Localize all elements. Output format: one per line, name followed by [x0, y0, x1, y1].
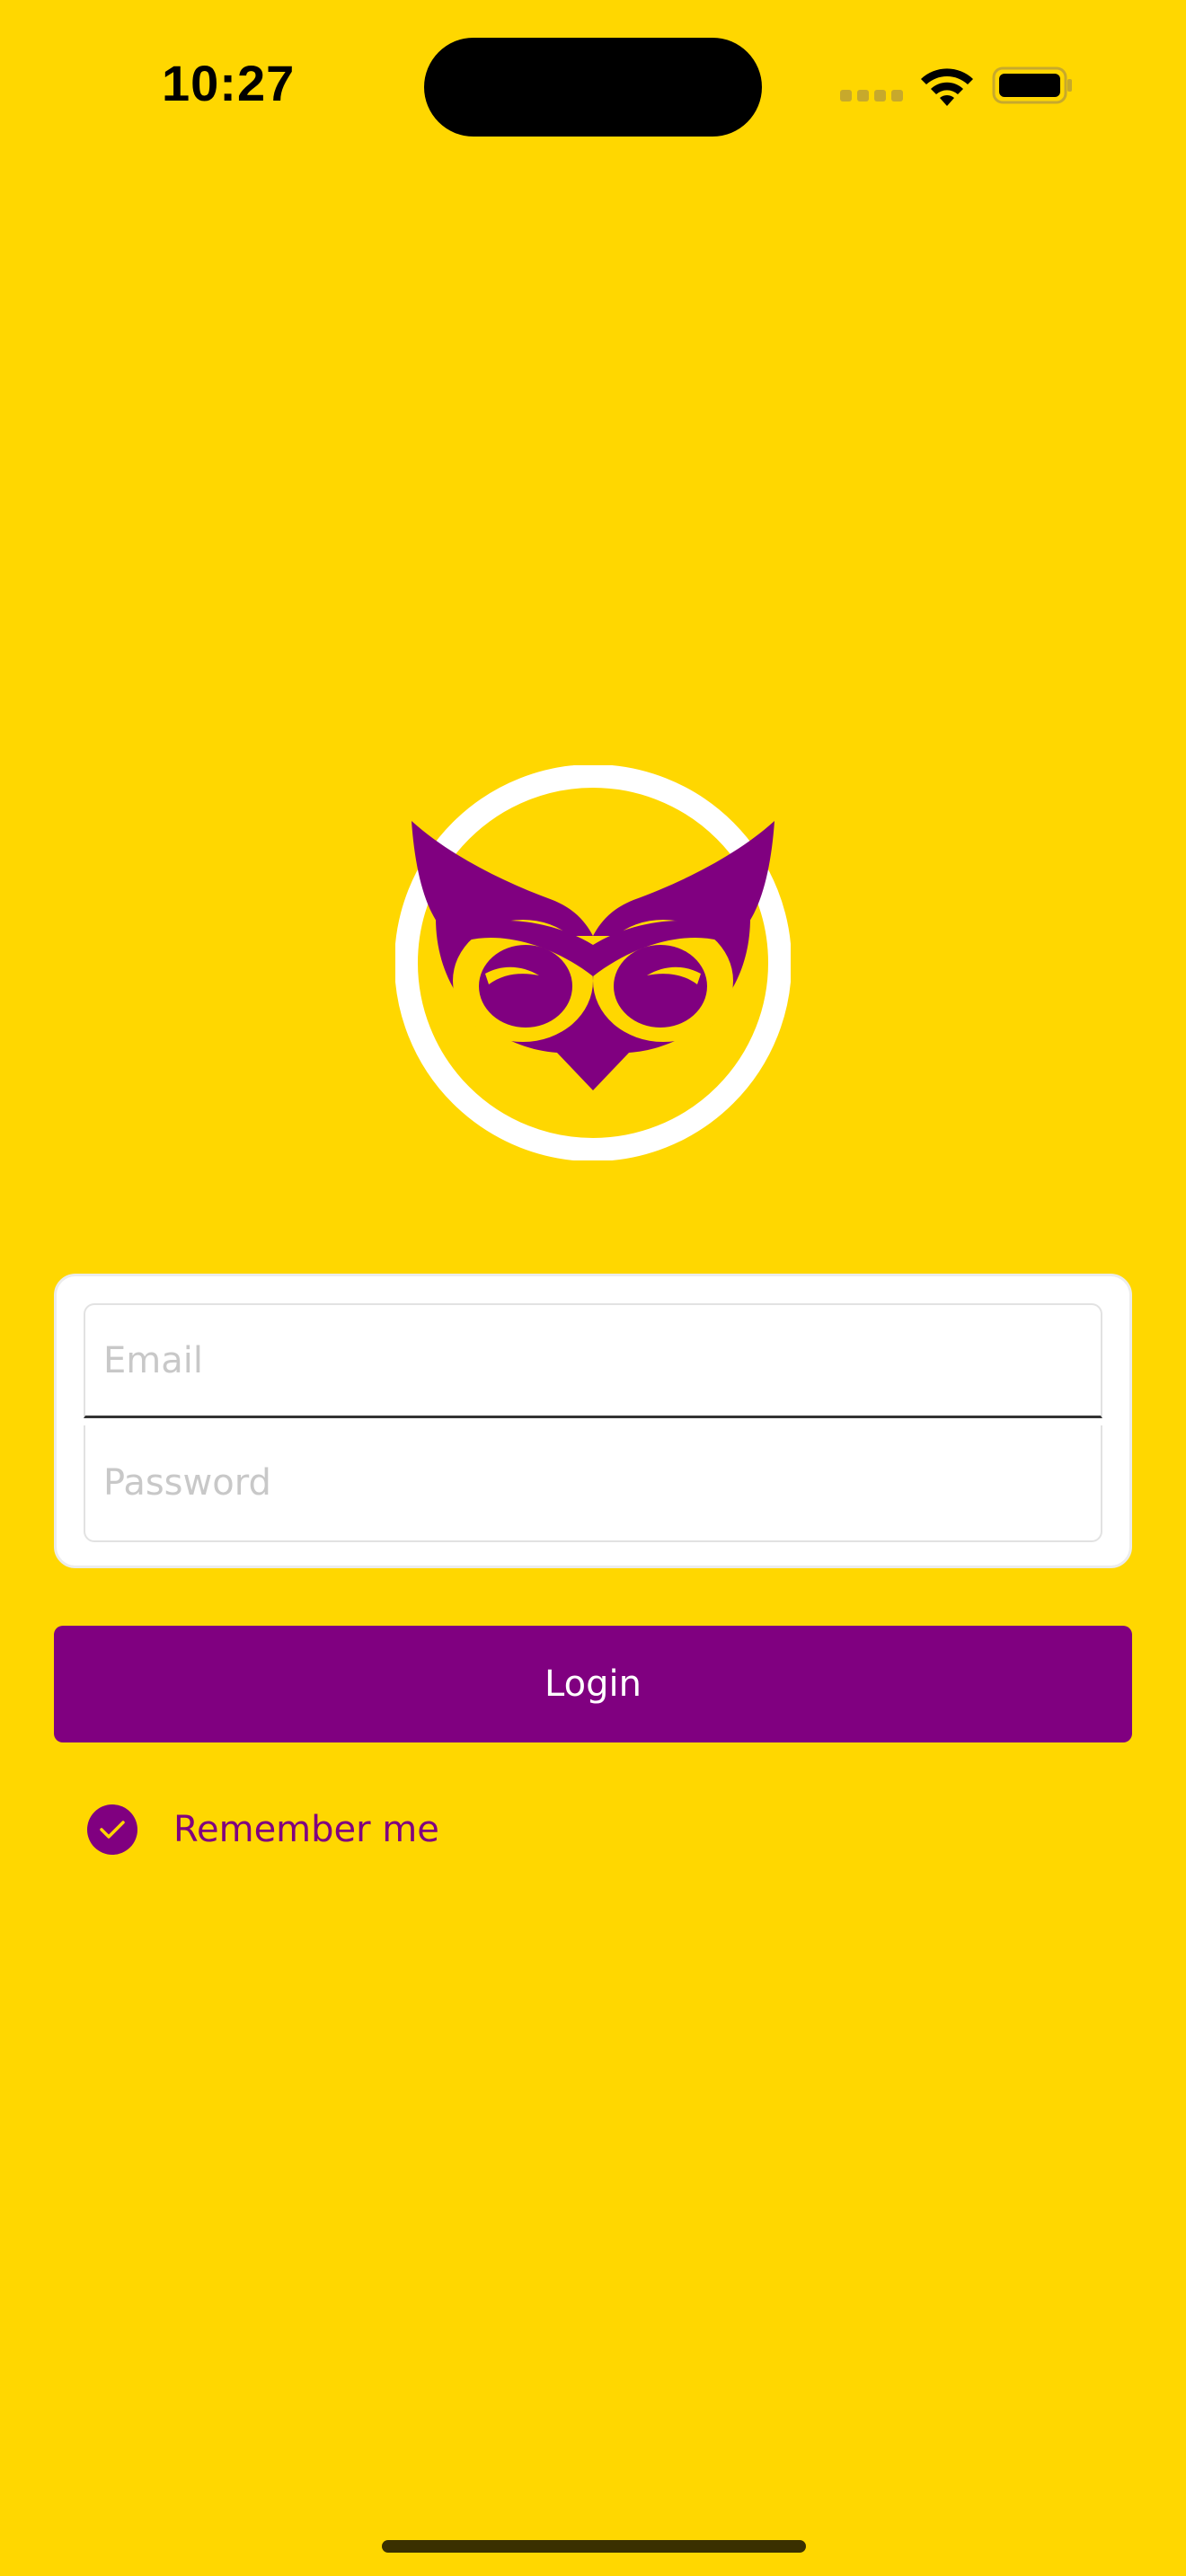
- remember-me-checkbox[interactable]: [87, 1804, 137, 1855]
- wifi-icon: [918, 63, 976, 108]
- password-field[interactable]: Password: [84, 1425, 1102, 1542]
- cellular-signal-icon: [840, 90, 903, 102]
- checkmark-icon: [100, 1821, 125, 1839]
- status-time: 10:27: [162, 55, 296, 111]
- battery-icon: [992, 65, 1075, 106]
- dynamic-island: [424, 38, 762, 137]
- status-bar: 10:27: [0, 0, 1186, 171]
- email-placeholder: Email: [103, 1339, 203, 1381]
- login-form-card: Email Password: [54, 1274, 1132, 1568]
- login-button-label: Login: [544, 1663, 642, 1705]
- login-button[interactable]: Login: [54, 1626, 1132, 1742]
- owl-logo-icon: [394, 764, 792, 1161]
- password-placeholder: Password: [103, 1462, 271, 1504]
- email-field[interactable]: Email: [84, 1303, 1102, 1418]
- home-indicator[interactable]: [382, 2540, 806, 2553]
- remember-me-row[interactable]: Remember me: [87, 1802, 439, 1857]
- remember-me-label: Remember me: [173, 1809, 439, 1850]
